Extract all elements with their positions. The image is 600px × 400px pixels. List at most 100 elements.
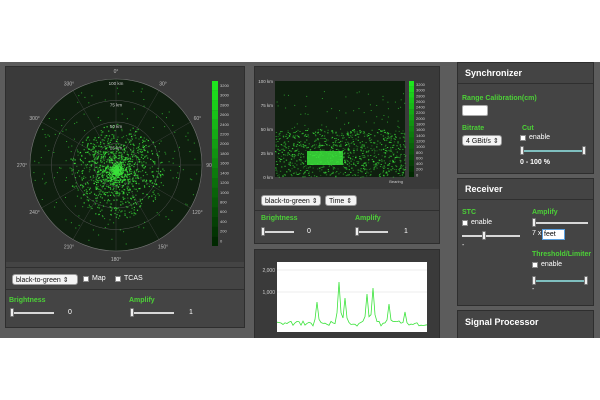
waterfall-echo-dot (289, 164, 291, 166)
waterfall-echo-dot (352, 164, 355, 165)
waterfall-echo-dot (375, 164, 377, 166)
ppi-echo-dot (109, 167, 111, 169)
ppi-echo-dot (106, 181, 108, 183)
ppi-echo-dot (76, 195, 79, 197)
waterfall-echo-dot (400, 160, 402, 162)
ppi-echo-dot (127, 190, 129, 192)
ppi-echo-dot (69, 167, 71, 169)
waterfall-colorbar-label: 1000 (416, 144, 426, 149)
ppi-echo-dot (146, 180, 148, 182)
threshold-limiter-slider[interactable] (532, 276, 588, 285)
ppi-echo-dot (95, 145, 97, 147)
cut-enable-checkbox[interactable] (520, 135, 526, 141)
waterfall-echo-dot (359, 169, 361, 171)
slider-thumb[interactable] (10, 308, 14, 317)
ppi-echo-dot (130, 133, 132, 135)
ascope-display[interactable]: 2,0001,000 (255, 250, 439, 338)
waterfall-echo-dot (280, 155, 283, 157)
waterfall-echo-dot (287, 152, 289, 154)
ppi-echo-dot (140, 154, 142, 156)
waterfall-echo-dot (376, 143, 378, 145)
slider-thumb[interactable] (584, 276, 588, 285)
ppi-echo-dot (103, 162, 105, 164)
ppi-colormap-select[interactable]: black-to-green ⇕ (12, 274, 78, 285)
slider-thumb[interactable] (520, 146, 524, 155)
slider-thumb[interactable] (582, 146, 586, 155)
waterfall-echo-dot (321, 98, 323, 99)
receiver-amplify-input[interactable]: feet (542, 229, 565, 240)
receiver-amplify-slider[interactable] (532, 218, 588, 227)
slider-thumb[interactable] (261, 227, 265, 236)
ppi-echo-dot (135, 137, 137, 139)
slider-thumb[interactable] (532, 276, 536, 285)
waterfall-echo-dot (390, 147, 392, 149)
range-calibration-input[interactable] (462, 105, 488, 116)
ppi-echo-dot (120, 172, 122, 174)
ppi-echo-dot (95, 197, 97, 199)
waterfall-echo-dot (330, 157, 332, 159)
waterfall-echo-dot (393, 138, 395, 139)
ppi-amplify-slider[interactable] (130, 308, 174, 317)
ppi-echo-dot (113, 178, 115, 180)
ppi-echo-dot (125, 174, 127, 176)
waterfall-echo-dot (278, 149, 280, 151)
waterfall-echo-dot (323, 171, 325, 173)
ppi-echo-dot (168, 161, 170, 163)
slider-thumb[interactable] (532, 218, 536, 227)
waterfall-axis-select[interactable]: Time ⇕ (325, 195, 357, 206)
waterfall-echo-dot (319, 144, 321, 146)
map-checkbox[interactable] (83, 276, 89, 282)
slider-thumb[interactable] (355, 227, 359, 236)
waterfall-echo-dot (343, 155, 345, 157)
ppi-echo-dot (117, 172, 119, 175)
ppi-echo-dot (100, 151, 102, 153)
bitrate-select[interactable]: 4 GBit/s ⇕ (462, 135, 502, 146)
ppi-echo-dot (92, 148, 94, 150)
waterfall-echo-dot (324, 131, 326, 133)
waterfall-display[interactable]: 100 km75 km50 km25 km0 kmBearing 3200300… (255, 67, 439, 189)
ppi-echo-dot (139, 158, 141, 161)
waterfall-echo-dot (332, 172, 334, 174)
ppi-echo-dot (131, 195, 134, 197)
ppi-echo-dot (65, 180, 67, 181)
waterfall-colormap-select[interactable]: black-to-green ⇕ (261, 195, 321, 206)
waterfall-echo-dot (322, 164, 324, 166)
waterfall-echo-dot (293, 145, 295, 147)
ppi-display[interactable]: 0°30°60°90°120°150°180°210°240°270°300°3… (6, 67, 244, 262)
ppi-echo-dot (94, 153, 96, 156)
ppi-echo-dot (80, 197, 82, 199)
ppi-brightness-slider[interactable] (10, 308, 54, 317)
threshold-enable-checkbox[interactable] (532, 262, 538, 268)
waterfall-echo-dot (320, 174, 322, 176)
slider-thumb[interactable] (482, 231, 486, 240)
ppi-echo-dot (94, 180, 96, 183)
tcas-checkbox[interactable] (115, 276, 121, 282)
ppi-echo-dot (133, 179, 135, 182)
ppi-echo-dot (85, 139, 87, 141)
ppi-echo-dot (107, 223, 109, 225)
ppi-echo-dot (86, 196, 89, 198)
waterfall-echo-dot (296, 164, 298, 166)
ppi-echo-dot (140, 161, 142, 163)
waterfall-echo-dot (351, 134, 354, 136)
ppi-echo-dot (54, 133, 56, 135)
ppi-echo-dot (135, 213, 137, 215)
cut-range-slider[interactable] (520, 146, 586, 155)
waterfall-echo-dot (314, 154, 316, 156)
waterfall-echo-dot (281, 148, 283, 150)
waterfall-echo-dot (300, 170, 302, 171)
waterfall-amplify-slider[interactable] (355, 227, 388, 236)
stc-enable-checkbox[interactable] (462, 220, 468, 226)
stc-slider[interactable] (462, 231, 520, 240)
ppi-echo-dot (108, 172, 111, 174)
ppi-echo-dot (88, 189, 91, 191)
ppi-echo-dot (92, 175, 94, 177)
waterfall-brightness-slider[interactable] (261, 227, 294, 236)
waterfall-brightness-label: Brightness (261, 215, 298, 222)
ppi-echo-dot (116, 191, 118, 193)
ppi-echo-dot (104, 178, 106, 180)
waterfall-echo-dot (309, 154, 311, 155)
slider-thumb[interactable] (130, 308, 134, 317)
waterfall-echo-dot (357, 174, 359, 176)
waterfall-echo-dot (297, 148, 299, 150)
